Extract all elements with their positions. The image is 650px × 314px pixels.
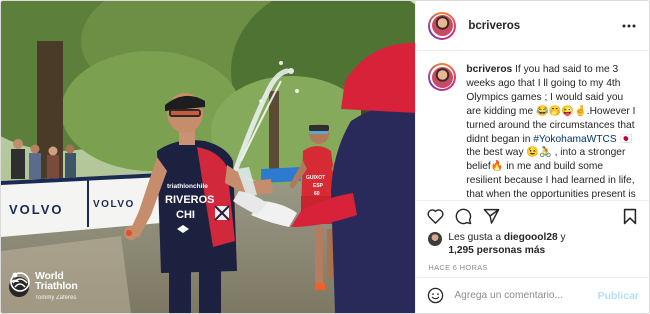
likes-row: Les gusta a diegoool28 y 1,295 personas …: [416, 231, 649, 257]
barrier-text-2: VOLVO: [93, 199, 135, 210]
likes-count[interactable]: 1,295 personas más: [448, 245, 545, 256]
comment-bubble-icon[interactable]: [454, 207, 472, 225]
likes-connector: y: [557, 232, 566, 243]
action-bar: [416, 201, 649, 231]
post-side-panel: bcriveros bcriveros If you had said to m…: [416, 1, 649, 313]
runner-bib-name: GUIXOT: [306, 175, 325, 181]
liker-avatar[interactable]: [428, 232, 443, 246]
world-triathlon-logo-icon: [10, 272, 30, 292]
caption-text: bcriveros If you had said to me 3 weeks …: [466, 63, 637, 200]
likes-text: Les gusta a diegoool28 y 1,295 personas …: [448, 231, 565, 257]
more-horizontal-icon[interactable]: [621, 18, 637, 34]
likes-first-user[interactable]: diegoool28: [504, 232, 558, 243]
suit-country-text: CHI: [176, 209, 195, 221]
caption-hashtag[interactable]: #YokohamaWTCS: [533, 134, 616, 145]
heart-icon[interactable]: [426, 207, 444, 225]
smiley-icon[interactable]: [426, 287, 444, 305]
post-comment-button[interactable]: Publicar: [598, 290, 639, 302]
caption-avatar[interactable]: [428, 63, 457, 91]
caption-body-1: If you had said to me 3 weeks ago that I…: [466, 64, 636, 145]
suit-sponsor-text: triathlonchile: [167, 183, 208, 190]
suit-name-text: RIVEROS: [165, 194, 215, 206]
post-timestamp[interactable]: HACE 6 HORAS: [416, 257, 649, 277]
instagram-post: VOLVO VOLVO GUIXOT ESP 60 triathlonchile…: [0, 0, 650, 314]
post-photo[interactable]: VOLVO VOLVO GUIXOT ESP 60 triathlonchile…: [1, 1, 417, 313]
likes-prefix: Les gusta a: [448, 232, 504, 243]
bookmark-icon[interactable]: [621, 207, 639, 225]
send-paper-plane-icon[interactable]: [482, 207, 500, 225]
header-username[interactable]: bcriveros: [468, 20, 520, 32]
comment-bar: Publicar: [416, 277, 649, 313]
race-scene: VOLVO VOLVO GUIXOT ESP 60 triathlonchile…: [1, 1, 416, 313]
world-triathlon-watermark: World Triathlon Tommy Zaferes: [9, 271, 78, 303]
barrier-text-1: VOLVO: [9, 202, 64, 217]
post-header: bcriveros: [416, 1, 649, 51]
caption-username[interactable]: bcriveros: [466, 64, 512, 75]
runner-bib-number: 60: [314, 191, 320, 197]
brand-line-2: Triathlon: [35, 280, 78, 292]
caption-area: bcriveros If you had said to me 3 weeks …: [416, 51, 649, 201]
comment-input[interactable]: [454, 290, 598, 301]
photographer-credit: Tommy Zaferes: [35, 295, 77, 301]
runner-bib-country: ESP: [313, 183, 324, 189]
avatar[interactable]: [428, 11, 457, 40]
